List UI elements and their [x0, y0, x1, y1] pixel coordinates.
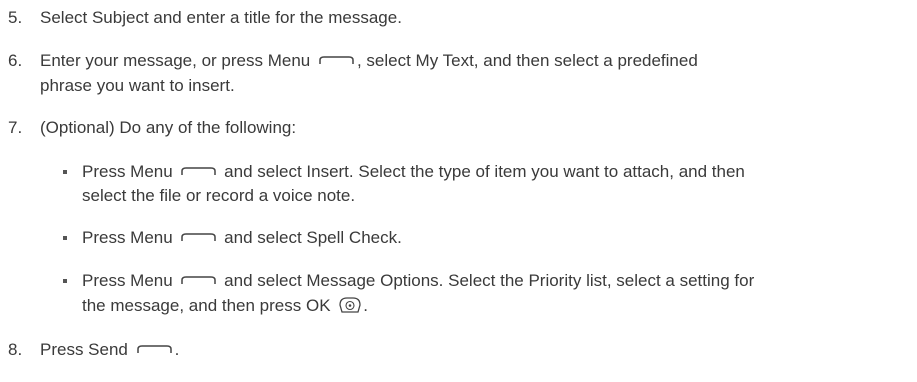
- bullet-text: and select Message Options. Select the P…: [224, 271, 755, 290]
- step-text: Enter your message, or press Menu: [40, 51, 311, 70]
- menu-softkey-icon: [181, 233, 217, 242]
- step-text: , select My Text, and then select a pred…: [356, 51, 698, 70]
- bullet-text: Press Menu: [82, 162, 173, 181]
- step-number: 7.: [8, 118, 23, 137]
- send-softkey-icon: [136, 345, 172, 354]
- bullet-icon: [63, 170, 67, 174]
- menu-softkey-icon: [181, 276, 217, 285]
- bullet-text: Press Menu: [82, 271, 173, 290]
- step-text: phrase you want to insert.: [40, 76, 235, 95]
- menu-softkey-icon: [181, 167, 217, 176]
- bullet-text: and select Insert. Select the type of it…: [224, 162, 745, 181]
- bullet-text: Press Menu: [82, 228, 173, 247]
- bullet-text-line: Press Menu and select Insert. Select the…: [82, 159, 745, 184]
- bullet-icon: [63, 279, 67, 283]
- step-number: 6.: [8, 51, 23, 70]
- bullet-icon: [63, 236, 67, 240]
- step-text: Select Subject and enter a title for the…: [40, 8, 402, 27]
- bullet-text-line: Press Menu and select Message Options. S…: [82, 268, 754, 293]
- step-text: (Optional) Do any of the following:: [40, 118, 297, 137]
- bullet-text: and select Spell Check.: [224, 228, 402, 247]
- instruction-page: 5. Select Subject and enter a title for …: [0, 0, 917, 382]
- step-text-line: Enter your message, or press Menu , sele…: [40, 48, 698, 73]
- bullet-text: .: [363, 296, 369, 315]
- step-text: .: [174, 340, 180, 359]
- step-number: 8.: [8, 340, 23, 359]
- step-text-line: Press Send .: [40, 337, 179, 362]
- bullet-text: the message, and then press OK: [82, 296, 331, 315]
- ok-button-icon: [339, 296, 361, 313]
- menu-softkey-icon: [319, 56, 354, 65]
- step-number: 5.: [8, 8, 23, 27]
- bullet-text: select the file or record a voice note.: [82, 186, 356, 205]
- bullet-text-line: the message, and then press OK .: [82, 293, 368, 318]
- bullet-text-line: Press Menu and select Spell Check.: [82, 225, 402, 250]
- step-text: Press Send: [40, 340, 128, 359]
